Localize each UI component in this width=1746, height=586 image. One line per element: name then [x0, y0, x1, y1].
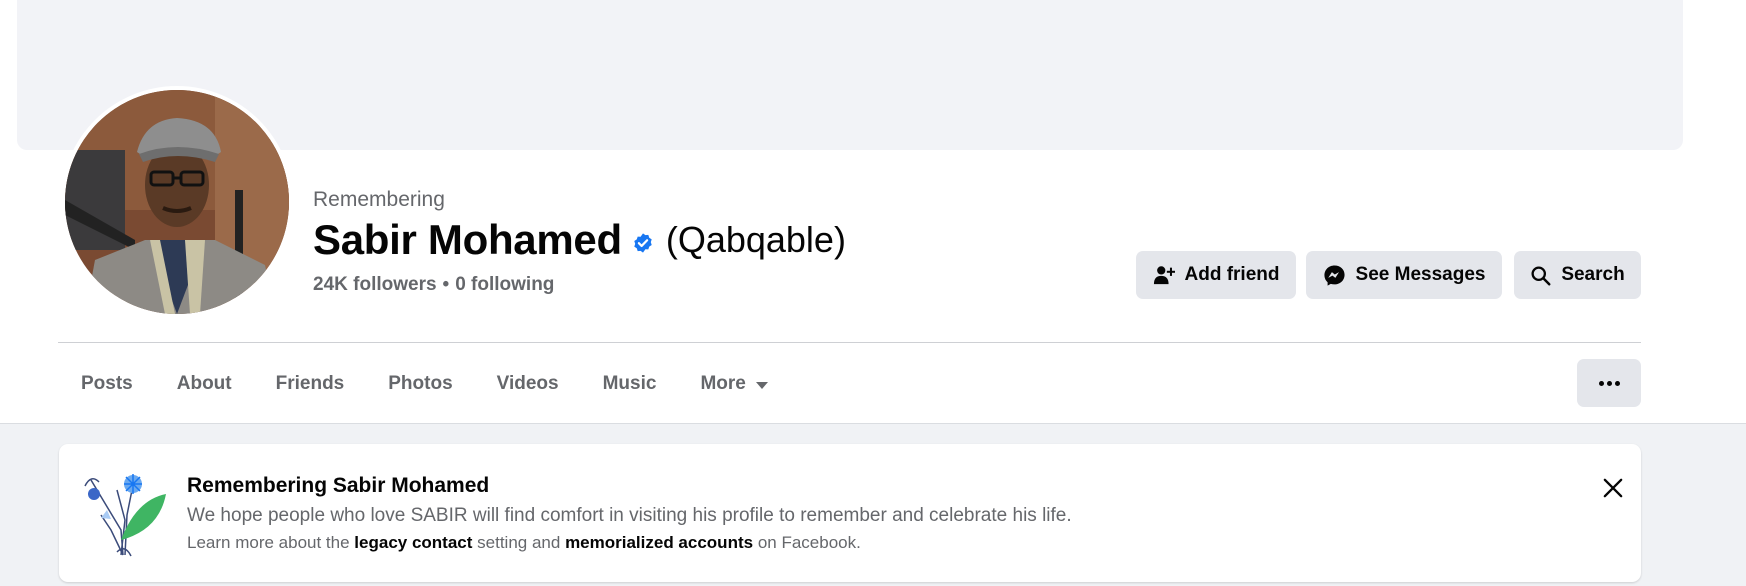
banner-subtext: Learn more about the legacy contact sett… — [187, 533, 861, 553]
cover-photo[interactable] — [17, 0, 1683, 150]
add-friend-label: Add friend — [1184, 264, 1280, 285]
profile-name[interactable]: Sabir Mohamed — [313, 216, 622, 264]
memorialized-accounts-link[interactable]: memorialized accounts — [565, 533, 753, 552]
memorial-banner: Remembering Sabir Mohamed We hope people… — [59, 444, 1641, 582]
see-messages-label: See Messages — [1355, 264, 1486, 285]
close-icon[interactable] — [1599, 474, 1627, 502]
banner-sub-middle: setting and — [477, 533, 561, 552]
legacy-contact-link[interactable]: legacy contact — [354, 533, 472, 552]
memorial-status-label: Remembering — [313, 188, 445, 211]
search-label: Search — [1561, 264, 1625, 285]
messenger-icon — [1323, 264, 1345, 286]
tab-more[interactable]: More — [678, 360, 789, 408]
profile-name-row: Sabir Mohamed (Qabqable) — [313, 216, 846, 264]
search-icon — [1531, 265, 1551, 285]
follow-stats: 24K followers • 0 following — [313, 274, 554, 296]
avatar[interactable] — [65, 90, 289, 314]
followers-link[interactable]: 24K followers — [313, 274, 437, 296]
verified-badge-icon[interactable] — [632, 232, 654, 254]
add-friend-button[interactable]: Add friend — [1136, 251, 1296, 299]
caret-down-icon — [755, 381, 768, 389]
tab-photos[interactable]: Photos — [366, 360, 474, 408]
see-messages-button[interactable]: See Messages — [1306, 251, 1502, 299]
tab-videos[interactable]: Videos — [475, 360, 581, 408]
header-divider — [58, 342, 1641, 343]
memorial-flowers-icon — [84, 474, 166, 557]
banner-text: We hope people who love SABIR will find … — [187, 505, 1072, 526]
search-button[interactable]: Search — [1514, 251, 1641, 299]
person-plus-icon — [1153, 266, 1175, 285]
tab-about[interactable]: About — [155, 360, 254, 408]
banner-title: Remembering Sabir Mohamed — [187, 474, 490, 497]
profile-tabs: Posts About Friends Photos Videos Music … — [58, 360, 790, 408]
stats-separator: • — [442, 274, 450, 295]
tab-friends[interactable]: Friends — [254, 360, 367, 408]
banner-sub-prefix: Learn more about the — [187, 533, 350, 552]
following-link[interactable]: 0 following — [455, 274, 554, 296]
tab-more-label: More — [700, 373, 746, 394]
more-dots-icon — [1598, 380, 1604, 386]
alternate-name: (Qabqable) — [665, 219, 846, 260]
more-options-button[interactable] — [1577, 359, 1641, 407]
tab-posts[interactable]: Posts — [58, 360, 155, 408]
tab-music[interactable]: Music — [581, 360, 679, 408]
banner-sub-suffix: on Facebook. — [757, 533, 861, 552]
